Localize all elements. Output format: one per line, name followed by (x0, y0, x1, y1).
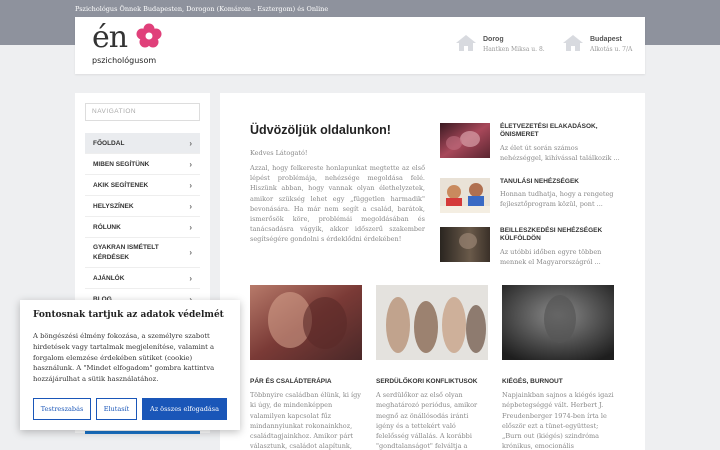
location-city: Dorog (483, 36, 504, 43)
article-excerpt: Az élet út során számos nehézséggel, kih… (500, 144, 620, 162)
cookie-consent-dialog: Fontosnak tartjuk az adatok védelmét A b… (20, 300, 240, 430)
card-text: A serdülőkor az első olyan meghatározó p… (376, 391, 478, 450)
navigation-search-input[interactable]: NAVIGATION (85, 103, 200, 121)
article-title: ÉLETVEZETÉSI ELAKADÁSOK, ÖNISMERET (500, 123, 598, 138)
site-logo[interactable]: én pszichológusom (90, 20, 165, 68)
article-eletvezetes[interactable]: ÉLETVEZETÉSI ELAKADÁSOK, ÖNISMERET Az él… (440, 123, 620, 168)
chevron-right-icon: › (189, 202, 192, 211)
flower-icon (136, 23, 162, 48)
cookie-text: A böngészési élmény fokozása, a személyr… (33, 332, 215, 384)
reject-button[interactable]: Elutasít (96, 398, 137, 420)
nav-item-label: MIBEN SEGÍTÜNK (93, 161, 150, 168)
card-image (502, 285, 614, 360)
card-image (376, 285, 488, 360)
article-excerpt: Honnan tudhatja, hogy a rengeteg fejlesz… (500, 190, 614, 208)
nav-item-label: FŐOLDAL (93, 140, 125, 147)
nav-item-miben-segitunk[interactable]: MIBEN SEGÍTÜNK › (85, 154, 200, 175)
card-title: PÁR ÉS CSALÁDTERÁPIA (250, 378, 332, 385)
card-text: Többnyire családban élünk, ki így ki úgy… (250, 391, 361, 450)
nav-item-label: AJÁNLÓK (93, 275, 125, 282)
nav-item-label: RÓLUNK (93, 224, 121, 231)
location-city: Budapest (590, 36, 622, 43)
article-title: TANULÁSI NEHÉZSÉGEK (500, 178, 579, 185)
topbar-text: Pszichológus Önnek Budapesten, Dorogon (… (75, 5, 329, 13)
page-title: Üdvözöljük oldalunkon! (250, 123, 391, 137)
nav-item-fooldal[interactable]: FŐOLDAL › (85, 133, 200, 154)
logo-main-text: én (92, 20, 128, 55)
card-par-csaladterapia[interactable]: PÁR ÉS CSALÁDTERÁPIA Többnyire családban… (250, 285, 362, 450)
nav-item-ajanlok[interactable]: AJÁNLÓK › (85, 268, 200, 289)
home-icon (563, 35, 583, 51)
nav-item-rolunk[interactable]: RÓLUNK › (85, 217, 200, 238)
card-title: SERDÜLŐKORI KONFLIKTUSOK (376, 378, 478, 385)
chevron-right-icon: › (189, 181, 192, 190)
site-header: én pszichológusom Dorog Hantken Miksa u.… (75, 17, 645, 74)
logo-sub-text: pszichológusom (92, 56, 157, 65)
article-tanulasi[interactable]: TANULÁSI NEHÉZSÉGEK Honnan tudhatja, hog… (440, 178, 620, 223)
article-excerpt: Az utóbbi időben egyre többen mennek el … (500, 248, 602, 266)
nav-item-akik-segitenek[interactable]: AKIK SEGÍTENEK › (85, 175, 200, 196)
main-content: Üdvözöljük oldalunkon! Kedves Látogató! … (220, 93, 645, 450)
location-address: Hantken Miksa u. 8. (483, 46, 545, 53)
chevron-right-icon: › (189, 139, 192, 148)
nav-item-gyik[interactable]: GYAKRAN ISMÉTELT KÉRDÉSEK › (85, 238, 200, 268)
card-image (250, 285, 362, 360)
card-kieges-burnout[interactable]: KIÉGÉS, BURNOUT Napjainkban sajnos a kié… (502, 285, 614, 450)
card-serdulokori[interactable]: SERDÜLŐKORI KONFLIKTUSOK A serdülőkor az… (376, 285, 488, 450)
article-title: BEILLESZKEDÉSI NEHÉZSÉGEK KÜLFÖLDÖN (500, 227, 603, 242)
greeting-text: Kedves Látogató! (250, 149, 308, 157)
article-thumbnail (440, 227, 490, 262)
card-title: KIÉGÉS, BURNOUT (502, 378, 563, 385)
card-text: Napjainkban sajnos a kiégés igazi népbet… (502, 391, 614, 450)
sidebar-accent-bar (85, 431, 200, 434)
customize-button[interactable]: Testreszabás (33, 398, 91, 420)
nav-item-label: AKIK SEGÍTENEK (93, 182, 149, 189)
chevron-right-icon: › (189, 274, 192, 283)
nav-item-label: HELYSZÍNEK (93, 203, 134, 210)
intro-text: Azzal, hogy felkereste honlapunkat megte… (250, 164, 425, 244)
chevron-right-icon: › (189, 160, 192, 169)
chevron-right-icon: › (189, 248, 192, 257)
home-icon (456, 35, 476, 51)
navigation-menu: FŐOLDAL › MIBEN SEGÍTÜNK › AKIK SEGÍTENEK ›… (85, 133, 200, 310)
location-address: Alkotás u. 7/A (590, 46, 633, 53)
nav-item-helyszinek[interactable]: HELYSZÍNEK › (85, 196, 200, 217)
accept-all-button[interactable]: Az összes elfogadása (142, 398, 227, 420)
nav-item-label: GYAKRAN ISMÉTELT KÉRDÉSEK (93, 244, 159, 261)
chevron-right-icon: › (189, 223, 192, 232)
article-thumbnail (440, 178, 490, 213)
cookie-title: Fontosnak tartjuk az adatok védelmét (33, 310, 224, 320)
article-beilleszkedesi[interactable]: BEILLESZKEDÉSI NEHÉZSÉGEK KÜLFÖLDÖN Az u… (440, 227, 620, 272)
article-thumbnail (440, 123, 490, 158)
